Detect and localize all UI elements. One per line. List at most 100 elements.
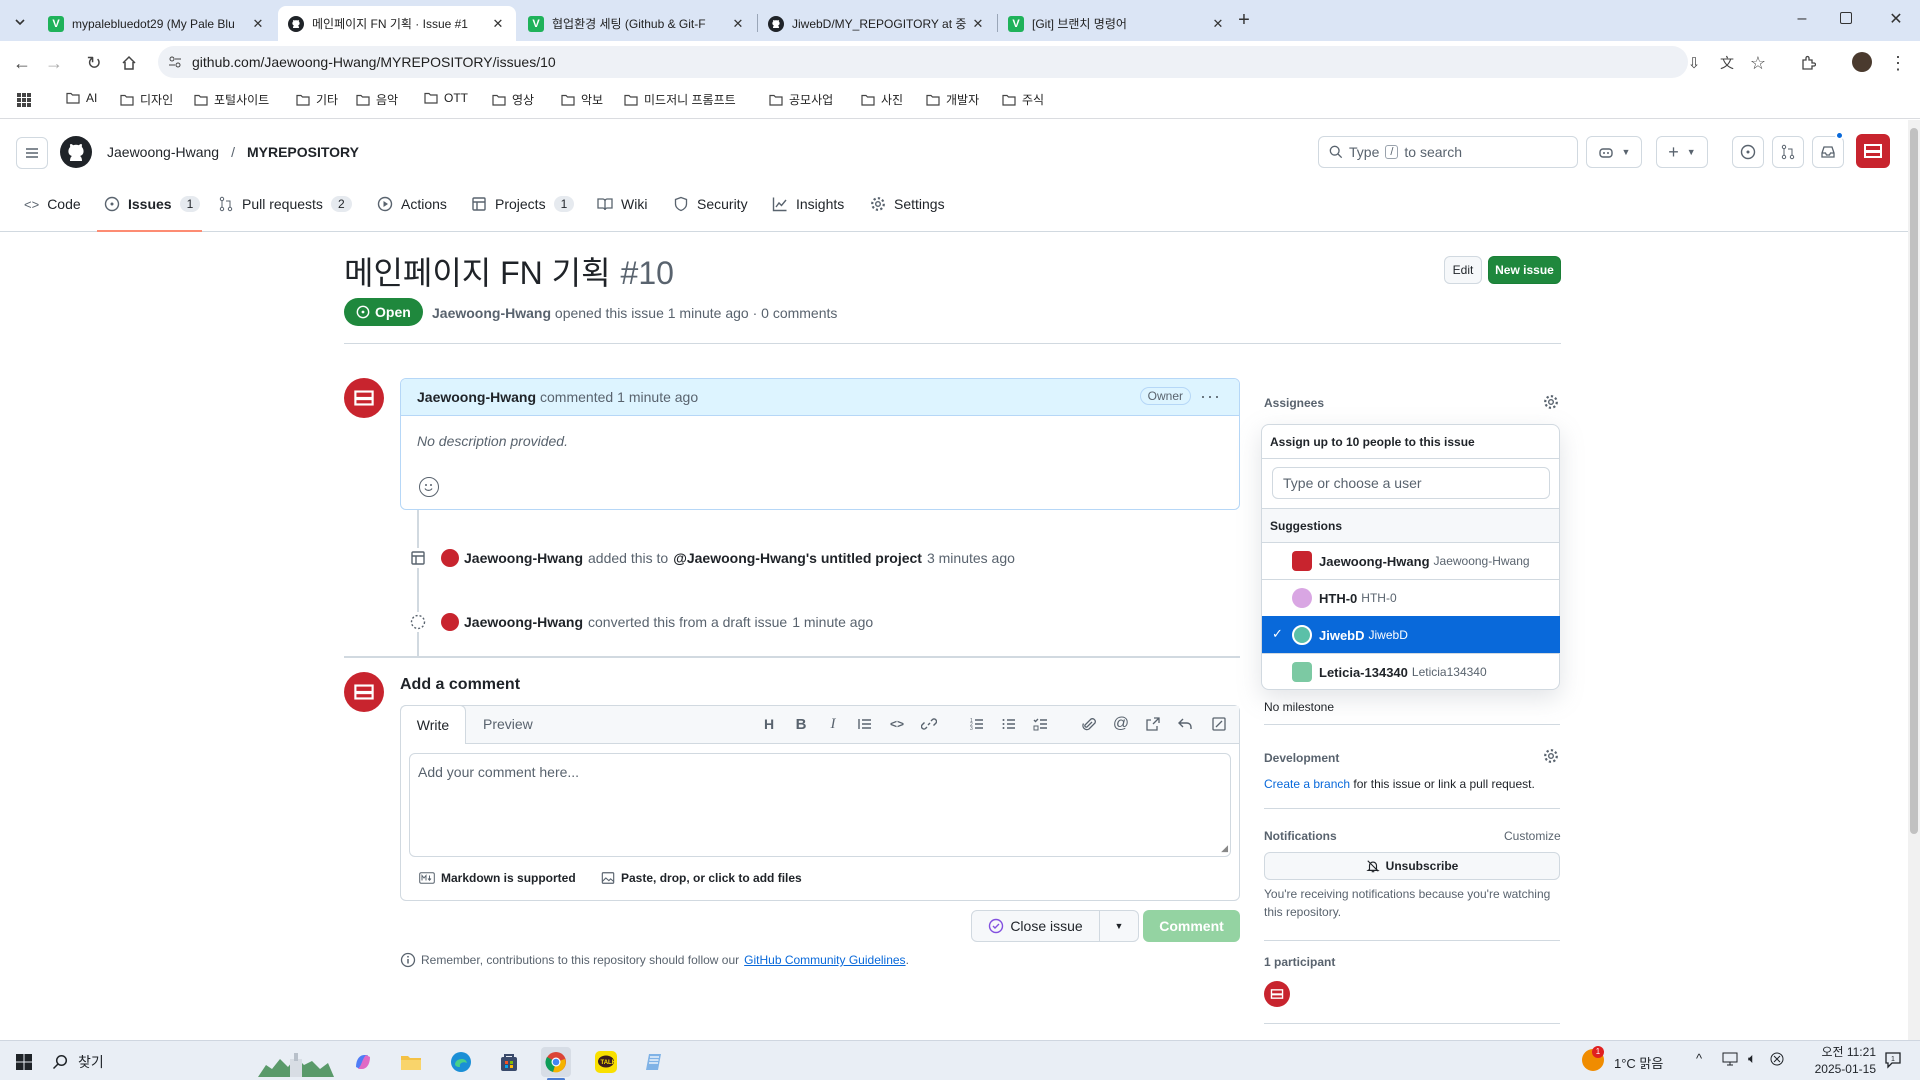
cross-reference-icon[interactable] (1141, 712, 1165, 736)
suggestion-item-selected[interactable]: ✓ JiwebD JiwebD (1262, 616, 1560, 653)
notepad-icon[interactable] (640, 1047, 670, 1077)
new-issue-button[interactable]: New issue (1488, 256, 1561, 284)
create-new-button[interactable]: + ▼ (1656, 136, 1708, 168)
back-icon[interactable]: ← (8, 49, 36, 77)
bold-icon[interactable]: B (789, 712, 813, 736)
write-tab[interactable]: Write (400, 705, 466, 744)
forward-icon[interactable]: → (40, 49, 68, 77)
preview-tab[interactable]: Preview (483, 716, 533, 732)
scrollbar-thumb[interactable] (1910, 128, 1918, 834)
home-icon[interactable] (115, 49, 143, 77)
tab-actions[interactable]: Actions (377, 188, 447, 220)
chevron-up-icon[interactable]: ^ (1696, 1051, 1702, 1066)
scrollbar[interactable] (1908, 120, 1920, 1040)
italic-icon[interactable]: I (821, 712, 845, 736)
bookmark-folder[interactable]: 악보 (561, 91, 603, 108)
unordered-list-icon[interactable] (997, 712, 1021, 736)
hamburger-menu-icon[interactable] (16, 137, 48, 169)
window-close-icon[interactable]: ✕ (1886, 9, 1906, 29)
chrome-browser-icon[interactable] (541, 1047, 571, 1080)
browser-tab-2[interactable]: 메인페이지 FN 기획 · Issue #1 ✕ (278, 6, 516, 41)
project-link[interactable]: @Jaewoong-Hwang's untitled project (673, 550, 922, 566)
install-app-icon[interactable]: ⇩ (1680, 49, 1708, 77)
bookmark-folder[interactable]: 디자인 (120, 91, 173, 108)
kakaotalk-icon[interactable]: TALK (591, 1047, 621, 1077)
close-issue-options[interactable]: ▼ (1099, 910, 1139, 942)
suggestion-item[interactable]: Jaewoong-Hwang Jaewoong-Hwang (1262, 542, 1560, 579)
tab-insights[interactable]: Insights (772, 188, 844, 220)
repo-owner-link[interactable]: Jaewoong-Hwang (107, 144, 219, 160)
issues-icon[interactable] (1732, 136, 1764, 168)
comment-button[interactable]: Comment (1143, 910, 1240, 942)
browser-tab-1[interactable]: V mypalebluedot29 (My Pale Blu ✕ (38, 6, 276, 41)
address-bar[interactable]: github.com/Jaewoong-Hwang/MYREPOSITORY/i… (158, 46, 1688, 78)
taskbar-search[interactable]: 찾기 (52, 1047, 252, 1077)
bookmark-folder[interactable]: 포털사이트 (194, 91, 269, 108)
bookmark-folder[interactable]: 주식 (1002, 91, 1044, 108)
markdown-supported-link[interactable]: Markdown is supported (419, 871, 576, 885)
apps-grid-icon[interactable] (16, 92, 32, 108)
bookmark-folder[interactable]: AI (66, 91, 97, 105)
bookmark-folder[interactable]: 기타 (296, 91, 338, 108)
bookmark-folder[interactable]: 영상 (492, 91, 534, 108)
mention-icon[interactable]: @ (1109, 712, 1133, 736)
copilot-app-icon[interactable] (348, 1047, 378, 1077)
weather-text[interactable]: 1°C 맑음 (1614, 1053, 1663, 1072)
assignees-heading[interactable]: Assignees (1264, 396, 1324, 410)
event-time[interactable]: 1 minute ago (792, 614, 873, 630)
close-icon[interactable]: ✕ (730, 16, 746, 32)
browser-tab-5[interactable]: V [Git] 브랜치 명령어 ✕ (998, 6, 1236, 41)
translate-icon[interactable]: 文 (1713, 49, 1741, 77)
tab-security[interactable]: Security (673, 188, 748, 220)
restore-icon[interactable] (1840, 12, 1852, 24)
guidelines-link[interactable]: GitHub Community Guidelines (744, 953, 905, 967)
minimize-icon[interactable]: – (1792, 10, 1812, 30)
customize-link[interactable]: Customize (1504, 829, 1561, 843)
edit-button[interactable]: Edit (1444, 256, 1482, 284)
heading-icon[interactable]: H (757, 712, 781, 736)
network-icon[interactable] (1722, 1052, 1738, 1066)
kebab-menu-icon[interactable]: ··· (1200, 386, 1221, 407)
paperclip-icon[interactable] (1077, 712, 1101, 736)
close-icon[interactable]: ✕ (970, 16, 986, 32)
volume-icon[interactable]: 🔈︎ (1748, 1050, 1756, 1067)
close-icon[interactable]: ✕ (1210, 16, 1226, 32)
event-actor-link[interactable]: Jaewoong-Hwang (464, 614, 583, 630)
participant-avatar[interactable] (1264, 981, 1290, 1007)
mute-indicator-icon[interactable] (1770, 1052, 1784, 1066)
quote-icon[interactable] (853, 712, 877, 736)
task-list-icon[interactable] (1029, 712, 1053, 736)
unsubscribe-button[interactable]: Unsubscribe (1264, 852, 1560, 880)
bookmark-folder[interactable]: 개발자 (926, 91, 979, 108)
gear-icon[interactable] (1543, 748, 1559, 764)
tab-code[interactable]: <> Code (24, 188, 81, 220)
extensions-icon[interactable] (1794, 49, 1822, 77)
event-actor-link[interactable]: Jaewoong-Hwang (464, 550, 583, 566)
close-icon[interactable]: ✕ (250, 16, 266, 32)
avatar[interactable] (441, 613, 459, 631)
comment-time[interactable]: 1 minute ago (617, 389, 698, 405)
bookmark-folder[interactable]: OTT (424, 91, 468, 105)
browser-tab-3[interactable]: V 협업환경 세팅 (Github & Git-F ✕ (518, 6, 756, 41)
tab-pull-requests[interactable]: Pull requests 2 (218, 188, 352, 220)
suggestion-item[interactable]: HTH-0 HTH-0 (1262, 579, 1560, 616)
development-heading[interactable]: Development (1264, 751, 1339, 765)
tab-search-icon[interactable] (8, 10, 32, 34)
code-icon[interactable]: <> (885, 712, 909, 736)
copilot-button[interactable]: ▼ (1586, 136, 1642, 168)
link-icon[interactable] (917, 712, 941, 736)
profile-avatar[interactable] (1852, 52, 1872, 72)
gear-icon[interactable] (1543, 394, 1559, 410)
avatar[interactable] (344, 378, 384, 418)
avatar[interactable] (441, 549, 459, 567)
reply-icon[interactable] (1173, 712, 1197, 736)
bookmark-folder[interactable]: 미드저니 프롬프트 (624, 91, 736, 108)
tab-issues[interactable]: Issues 1 (104, 188, 201, 220)
pull-requests-icon[interactable] (1772, 136, 1804, 168)
github-logo-icon[interactable] (60, 136, 92, 168)
bookmark-folder[interactable]: 공모사업 (769, 91, 833, 108)
user-avatar[interactable] (1856, 134, 1890, 168)
new-tab-icon[interactable]: + (1232, 9, 1256, 33)
emoji-reaction-icon[interactable] (419, 477, 439, 497)
tab-wiki[interactable]: Wiki (597, 188, 647, 220)
